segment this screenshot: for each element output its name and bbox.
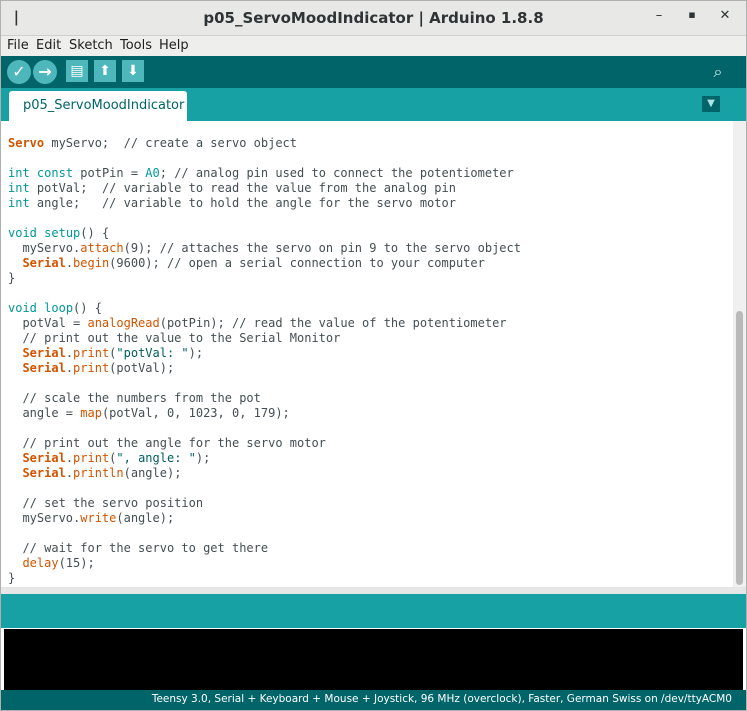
menu-sketch[interactable]: Sketch — [69, 38, 113, 53]
menu-edit[interactable]: Edit — [36, 38, 61, 53]
code-line[interactable]: Serial.print(", angle: "); — [8, 451, 210, 465]
new-sketch-icon[interactable]: ▤ — [66, 60, 88, 82]
code-line[interactable]: void loop() { — [8, 301, 102, 315]
maximize-button[interactable]: ▪ — [682, 8, 702, 28]
menu-tools[interactable]: Tools — [120, 38, 152, 53]
arduino-window: ǀ p05_ServoMoodIndicator | Arduino 1.8.8… — [0, 0, 747, 711]
upload-icon[interactable]: → — [33, 60, 57, 84]
status-bar — [1, 594, 746, 628]
title-bar: ǀ p05_ServoMoodIndicator | Arduino 1.8.8… — [1, 1, 746, 36]
code-line[interactable]: int angle; // variable to hold the angle… — [8, 196, 456, 210]
code-line[interactable]: } — [8, 571, 15, 585]
close-button[interactable]: ✕ — [715, 8, 735, 28]
code-line[interactable]: // wait for the servo to get there — [8, 541, 268, 555]
save-sketch-icon[interactable]: ⬇ — [122, 60, 144, 82]
menu-file[interactable]: File — [7, 38, 29, 53]
code-line[interactable]: Serial.println(angle); — [8, 466, 181, 480]
window-title: p05_ServoMoodIndicator | Arduino 1.8.8 — [203, 9, 544, 27]
tab-bar: p05_ServoMoodIndicator ▼ — [1, 88, 746, 121]
tab-sketch[interactable]: p05_ServoMoodIndicator — [9, 91, 187, 121]
open-sketch-icon[interactable]: ⬆ — [94, 60, 116, 82]
console-output[interactable] — [4, 629, 743, 690]
board-status-bar: Teensy 3.0, Serial + Keyboard + Mouse + … — [1, 690, 746, 710]
code-line[interactable]: potVal = analogRead(potPin); // read the… — [8, 316, 506, 330]
tab-menu-icon[interactable]: ▼ — [702, 96, 720, 112]
code-line[interactable]: // scale the numbers from the pot — [8, 391, 260, 405]
menu-help[interactable]: Help — [159, 38, 189, 53]
splitter[interactable] — [1, 587, 746, 594]
board-info: Teensy 3.0, Serial + Keyboard + Mouse + … — [151, 693, 732, 705]
tab-label: p05_ServoMoodIndicator — [23, 98, 185, 113]
serial-monitor-icon[interactable]: ⌕ — [706, 60, 730, 84]
code-line[interactable]: Serial.print(potVal); — [8, 361, 174, 375]
minimize-button[interactable]: – — [649, 8, 669, 28]
code-line[interactable]: // print out the value to the Serial Mon… — [8, 331, 340, 345]
code-line[interactable]: angle = map(potVal, 0, 1023, 0, 179); — [8, 406, 289, 420]
code-line[interactable]: delay(15); — [8, 556, 94, 570]
code-text[interactable]: Servo myServo; // create a servo object … — [8, 136, 521, 586]
code-line[interactable]: void setup() { — [8, 226, 109, 240]
code-line[interactable]: int potVal; // variable to read the valu… — [8, 181, 456, 195]
code-line[interactable]: // print out the angle for the servo mot… — [8, 436, 325, 450]
code-line[interactable]: Serial.begin(9600); // open a serial con… — [8, 256, 484, 270]
code-line[interactable]: Serial.print("potVal: "); — [8, 346, 203, 360]
code-line[interactable]: int const potPin = A0; // analog pin use… — [8, 166, 514, 180]
toolbar: ✓ → ▤ ⬆ ⬇ ⌕ — [1, 56, 746, 88]
verify-icon[interactable]: ✓ — [7, 60, 31, 84]
code-line[interactable]: } — [8, 271, 15, 285]
menu-bar: File Edit Sketch Tools Help — [1, 36, 746, 56]
code-editor[interactable]: Servo myServo; // create a servo object … — [1, 121, 733, 587]
code-line[interactable]: Servo myServo; // create a servo object — [8, 136, 297, 150]
code-line[interactable]: myServo.write(angle); — [8, 511, 174, 525]
code-line[interactable]: myServo.attach(9); // attaches the servo… — [8, 241, 521, 255]
code-line[interactable]: // set the servo position — [8, 496, 203, 510]
editor-scrollbar[interactable] — [733, 121, 746, 587]
scrollbar-thumb[interactable] — [736, 311, 743, 585]
